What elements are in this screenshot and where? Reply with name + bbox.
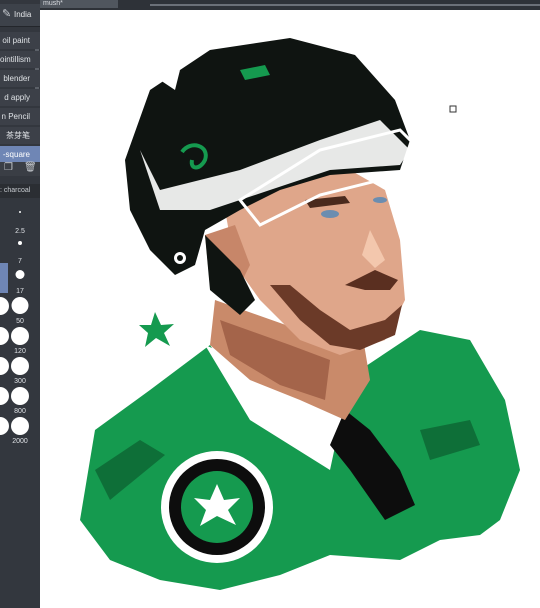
brush-size-800[interactable]: 800 [10, 385, 30, 415]
helmet-screw [177, 255, 183, 261]
size-dot [11, 297, 29, 314]
brush-size-17[interactable]: 17 [10, 265, 30, 295]
brush-item-apply[interactable]: d apply [0, 89, 40, 106]
trash-icon[interactable]: 🗑 [24, 162, 37, 173]
hockey-player-illustration [80, 38, 520, 590]
brush-size-partial-4[interactable] [0, 385, 10, 415]
size-label: 50 [16, 318, 24, 325]
size-dot [15, 270, 25, 279]
brush-group-header[interactable]: ✎ India [0, 4, 40, 27]
size-label: 7 [18, 258, 22, 265]
size-dot [0, 357, 9, 375]
brush-size-partial-1[interactable] [0, 295, 10, 325]
size-dot [18, 241, 22, 245]
size-dot [11, 357, 29, 375]
size-label: 120 [14, 348, 26, 355]
size-dot [11, 417, 29, 435]
copy-icon[interactable]: ❐ [4, 162, 13, 173]
sub-tool-name: : charcoal [0, 184, 40, 198]
brush-size-partial-5[interactable] [0, 415, 10, 445]
brush-size-partial-3[interactable] [0, 355, 10, 385]
size-dot [0, 417, 9, 435]
brush-size-120[interactable]: 120 [10, 325, 30, 355]
size-label: 2000 [12, 438, 28, 445]
brush-list: oil paint ointillism blender d apply n P… [0, 32, 40, 165]
document-tab[interactable]: mush* [40, 0, 118, 8]
size-label: 17 [16, 288, 24, 295]
small-star [139, 312, 174, 347]
brush-item-pointillism[interactable]: ointillism [0, 51, 40, 68]
brush-size-2-5[interactable]: 2.5 [10, 205, 30, 235]
size-dot [0, 327, 9, 345]
pen-icon: ✎ [2, 8, 12, 20]
size-dot [0, 297, 9, 315]
brush-size-300[interactable]: 300 [10, 355, 30, 385]
cursor [449, 105, 457, 113]
size-label: 800 [14, 408, 26, 415]
brush-group-name: India [14, 10, 32, 19]
brush-size-2000[interactable]: 2000 [10, 415, 30, 445]
size-dot [0, 387, 9, 405]
brush-size-7[interactable]: 7 [10, 235, 30, 265]
brush-item-blender[interactable]: blender [0, 70, 40, 87]
brush-item-oil-paint[interactable]: oil paint [0, 32, 40, 49]
brush-item-pencil[interactable]: n Pencil [0, 108, 40, 125]
brush-size-selected[interactable] [0, 263, 8, 293]
brush-panel: ✎ India oil paint ointillism blender d a… [0, 0, 40, 608]
size-dot [11, 327, 29, 345]
brush-actions: ❐ 🗑 [0, 162, 40, 176]
size-label: 2.5 [15, 228, 25, 235]
eye-left [321, 210, 339, 218]
size-dot [11, 387, 29, 405]
drawing-canvas[interactable] [40, 10, 540, 608]
eye-right [373, 197, 387, 203]
size-label: 300 [14, 378, 26, 385]
brush-size-partial-2[interactable] [0, 325, 10, 355]
brush-item-square[interactable]: -square [0, 146, 40, 163]
brush-item-tea-bud-pen[interactable]: 茶芽笔 [0, 127, 40, 144]
size-dot [19, 211, 21, 213]
brush-size-50[interactable]: 50 [10, 295, 30, 325]
tab-strip [150, 4, 540, 6]
